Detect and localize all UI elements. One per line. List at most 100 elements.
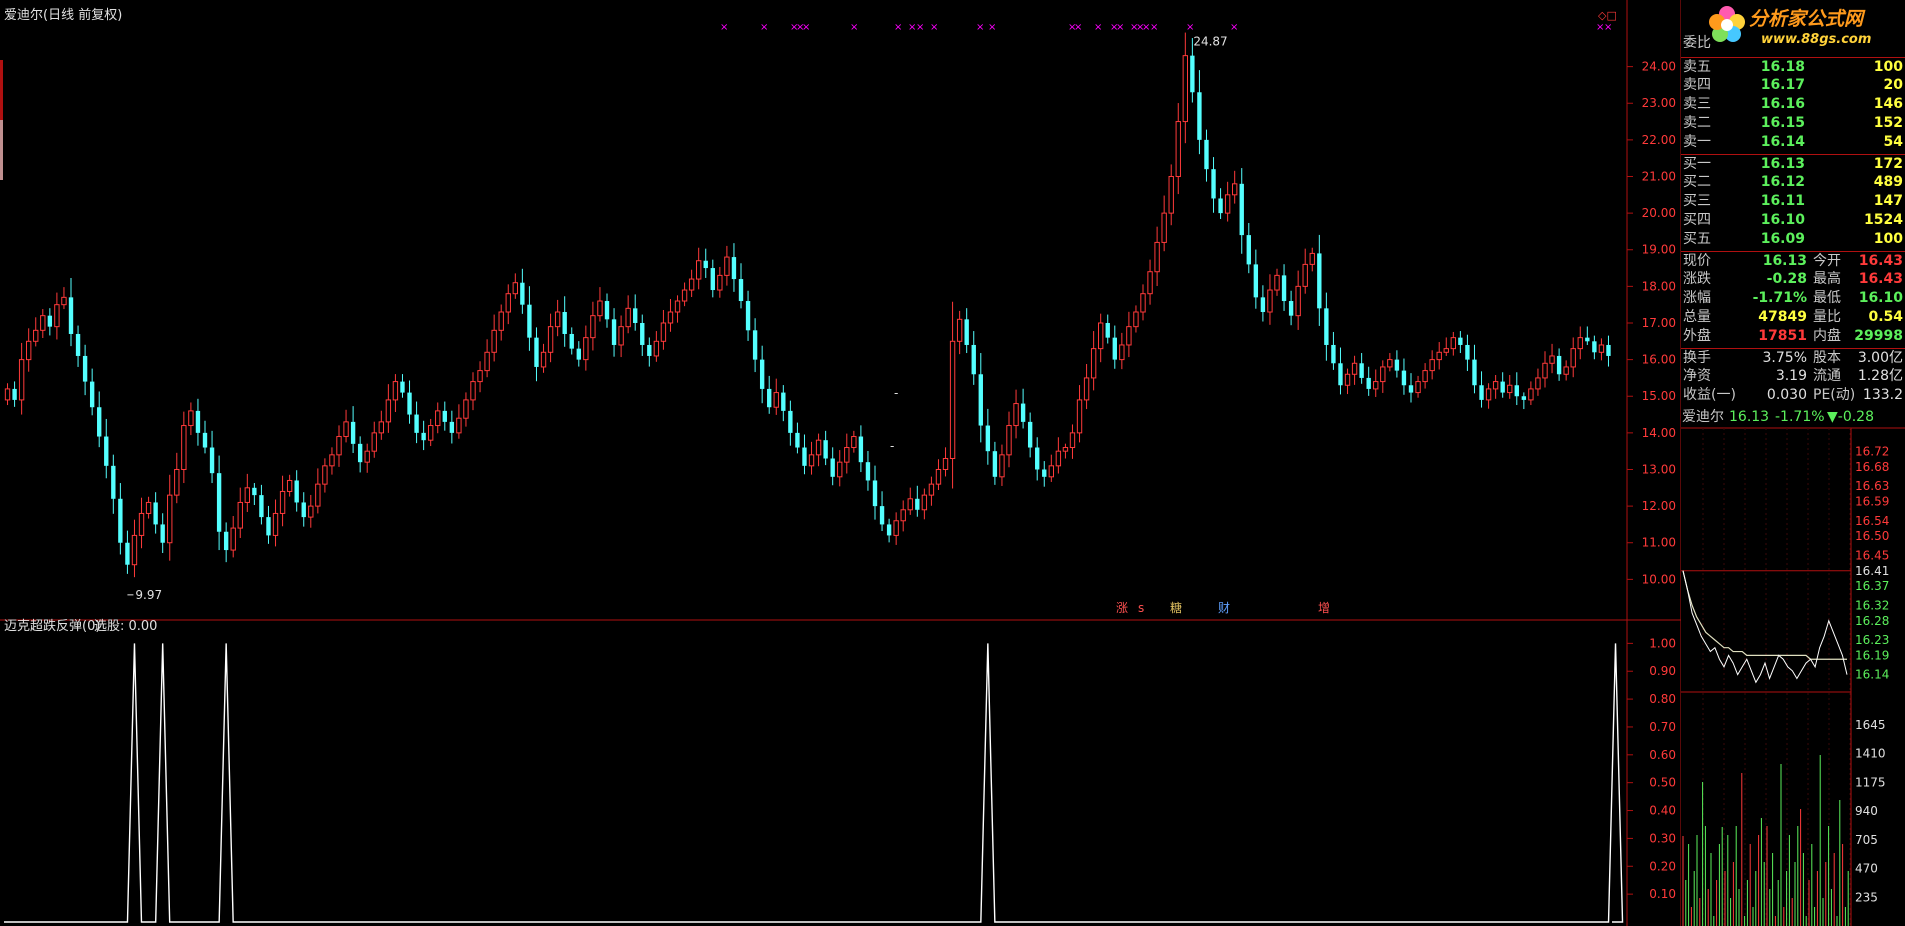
candle-body-up (540, 351, 547, 368)
stat-label: 涨跌 (1683, 271, 1711, 287)
candle-body-down (562, 312, 567, 334)
candle-body-down (1281, 275, 1287, 302)
stat-value: 16.10 (1858, 290, 1903, 306)
candle-body-up (131, 534, 138, 566)
bid-volume: 147 (1873, 193, 1903, 209)
candle-body-up (583, 337, 589, 361)
candle-body-down (400, 381, 405, 393)
bid-row: 买三 16.11 147 (1681, 192, 1905, 211)
stat-label: 今开 (1813, 253, 1841, 269)
candle-body-down (414, 414, 419, 433)
candle-body-up (1528, 388, 1534, 401)
fund-value: 133.2 (1862, 387, 1903, 403)
candle-body-down (858, 436, 864, 463)
candle-body-down (604, 301, 610, 320)
ask-volume: 152 (1873, 115, 1903, 131)
candle-body-up (717, 274, 723, 291)
candle-body-up (942, 458, 949, 470)
candle-body-up (949, 340, 956, 460)
event-marker: s (1138, 601, 1144, 615)
stat-value: 16.43 (1858, 253, 1903, 269)
intraday-price-tick: 16.32 (1855, 598, 1889, 612)
candle-body-down (886, 524, 892, 536)
candle-body-up (1302, 263, 1308, 287)
candle-body-up (174, 468, 180, 496)
intraday-volume-tick: 470 (1855, 862, 1878, 876)
candle-body-down (527, 304, 532, 338)
ask-price: 16.16 (1760, 96, 1805, 112)
candle-body-up (1450, 337, 1457, 350)
intraday-price-tick: 16.63 (1855, 479, 1889, 493)
intraday-volume-tick: 1645 (1855, 718, 1886, 732)
stat-label: 最高 (1813, 271, 1841, 287)
quote-panel: 分析家公式网 www.88gs.com 委比 卖五 16.18 100 卖四 16.17 2… (1681, 0, 1905, 926)
candle-body-down (357, 443, 363, 463)
signal-cross-marker: × (1230, 22, 1238, 33)
stat-value: 16.43 (1858, 271, 1903, 287)
candle-body-down (534, 337, 539, 367)
candle-body-up (1168, 175, 1174, 214)
candle-body-up (322, 465, 328, 485)
candle-body-up (1577, 337, 1583, 350)
price-tick-label: 20.00 (1642, 206, 1676, 220)
intraday-price: 16.13 (1729, 409, 1770, 425)
candle-body-up (1436, 351, 1442, 361)
signal-cross-marker: × (894, 22, 902, 33)
candle-body-down (104, 436, 109, 466)
stat-label: 总量 (1683, 309, 1711, 325)
candle-body-down (223, 531, 229, 551)
candle-body-down (1500, 381, 1505, 393)
candle-body-down (1035, 447, 1040, 470)
candle-body-up (1013, 403, 1019, 427)
signal-cross-marker: × (1150, 22, 1158, 33)
intraday-price-tick: 16.23 (1855, 633, 1889, 647)
candle-body-up (1055, 450, 1062, 467)
candle-body-up (1090, 348, 1097, 379)
candle-body-up (505, 293, 511, 313)
candle-body-up (512, 282, 519, 295)
fund-value: 3.00亿 (1857, 350, 1903, 366)
candle-body-up (921, 494, 928, 511)
candle-body-down (1592, 341, 1597, 353)
candle-body-down (153, 502, 158, 525)
stat-row: 涨幅 -1.71% 最低 16.10 (1681, 289, 1905, 308)
fund-value: 3.19 (1775, 368, 1807, 384)
candle-body-up (907, 498, 913, 511)
candle-body-up (1161, 212, 1167, 243)
candle-body-up (844, 447, 850, 463)
candle-body-up (392, 381, 399, 401)
candle-body-up (4, 388, 11, 401)
candle-body-up (1485, 388, 1492, 401)
left-edge-marker (0, 60, 3, 120)
candle-body-down (759, 359, 765, 389)
candlestick-chart[interactable]: 24.00 23.00 22.00 21.00 20.00 19.00 18.00 17.00… (0, 0, 1681, 926)
bid-price: 16.13 (1760, 156, 1805, 172)
candle-body-down (823, 440, 828, 459)
intraday-price-line (1682, 570, 1848, 684)
stat-label: 量比 (1813, 309, 1841, 325)
candle-body-down (1042, 469, 1047, 477)
flat-dash-marker: - (890, 439, 894, 453)
signal-cross-marker: × (930, 22, 938, 33)
candle-body-down (611, 319, 617, 345)
event-marker: 涨 (1116, 600, 1128, 615)
stat-row: 外盘 17851 内盘 29998 (1681, 327, 1905, 346)
bid-volume: 172 (1873, 156, 1903, 172)
candle-body-down (1338, 363, 1343, 386)
candle-body-up (1274, 274, 1280, 291)
candle-body-up (364, 450, 370, 463)
candle-body-up (808, 454, 815, 467)
ask-label: 卖一 (1683, 134, 1711, 150)
candle-body-down (915, 498, 920, 510)
ask-volume: 100 (1873, 59, 1903, 75)
ask-row: 卖三 16.16 146 (1681, 95, 1905, 114)
candle-body-down (449, 421, 455, 433)
candle-body-up (1076, 399, 1083, 434)
indicator-tick-label: 0.80 (1649, 692, 1676, 706)
candle-body-up (498, 311, 504, 331)
price-tick-label: 22.00 (1642, 133, 1676, 147)
intraday-chart[interactable]: 16.7216.68 16.63 16.59 16.5416.50 16.45 16.41… (1681, 408, 1905, 926)
candle-body-down (971, 344, 976, 375)
order-ratio-label: 委比 (1683, 35, 1711, 51)
candle-body-up (928, 483, 935, 496)
